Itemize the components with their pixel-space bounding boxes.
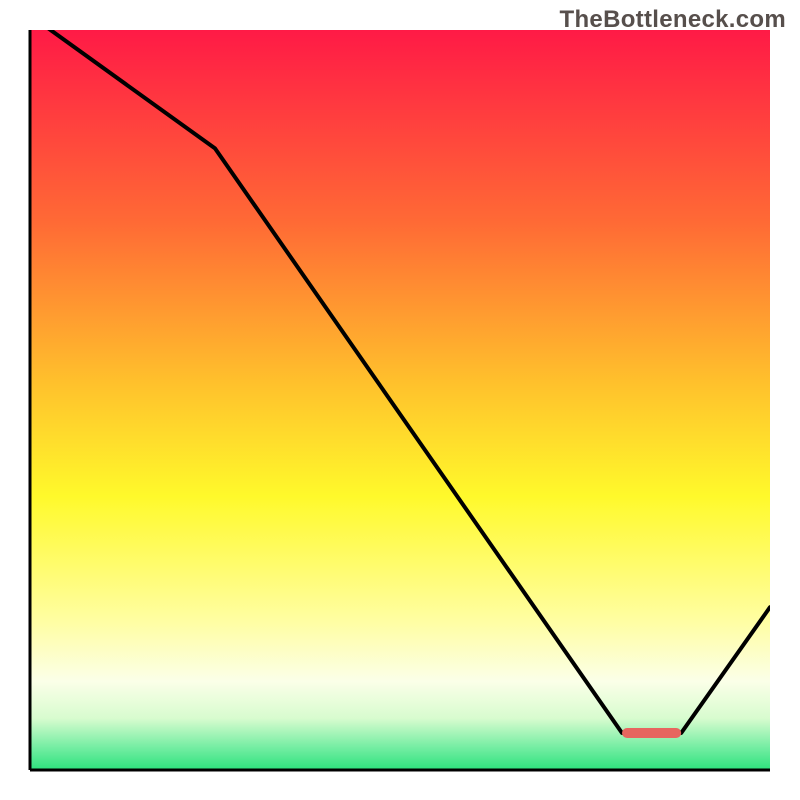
bottleneck-chart bbox=[0, 0, 800, 800]
plot-background bbox=[30, 30, 770, 770]
chart-container: TheBottleneck.com bbox=[0, 0, 800, 800]
optimal-marker bbox=[622, 728, 681, 738]
